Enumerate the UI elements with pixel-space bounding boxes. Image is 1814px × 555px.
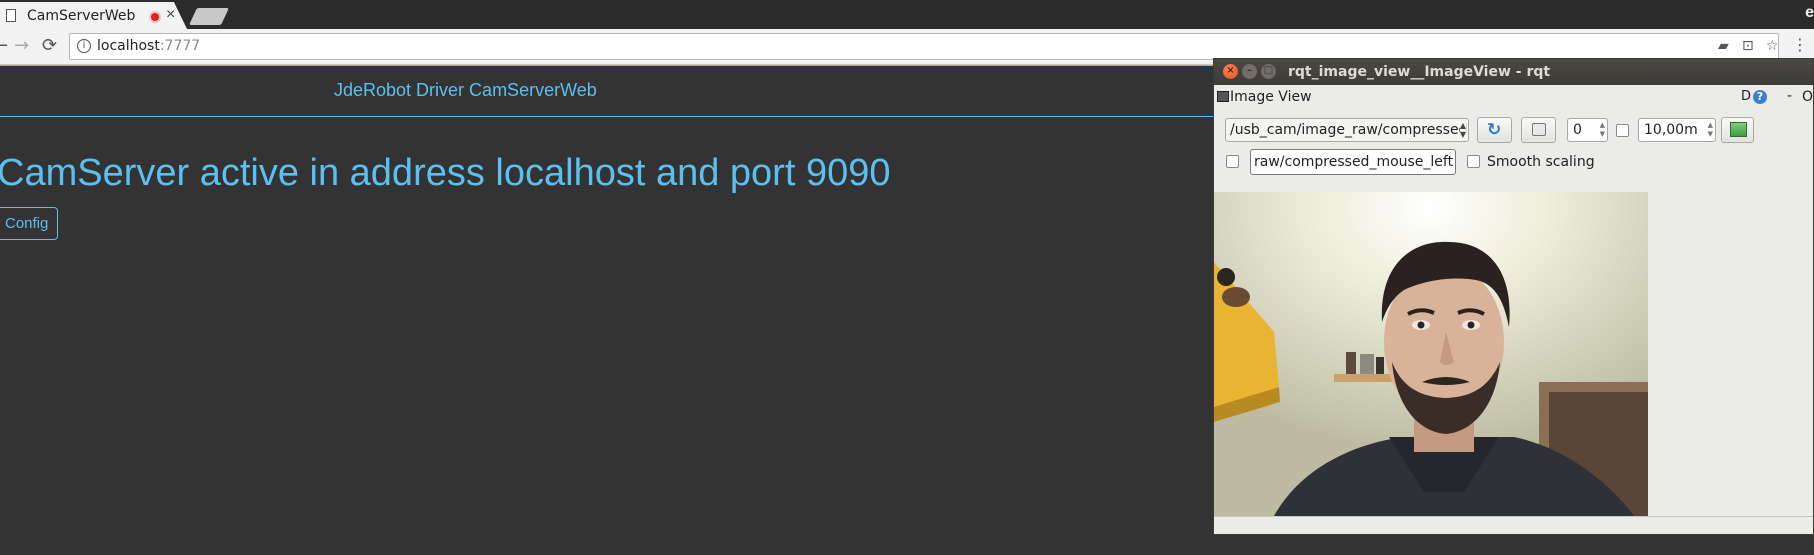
config-button[interactable]: Config	[0, 207, 58, 240]
reload-icon[interactable]: ⟳	[42, 35, 57, 56]
refresh-icon: ↻	[1487, 120, 1502, 140]
color-scheme-icon	[1730, 122, 1747, 137]
plugin-bar: Image View D ? - O	[1214, 85, 1813, 109]
window-maximize-icon[interactable]: □	[1261, 64, 1276, 79]
window-minimize-icon[interactable]: –	[1242, 64, 1257, 79]
status-divider	[1214, 516, 1813, 517]
rqt-window-title: rqt_image_view__ImageView - rqt	[1288, 64, 1551, 80]
forward-icon[interactable]: →	[14, 35, 29, 56]
mouse-topic-field[interactable]: raw/compressed_mouse_left	[1250, 149, 1456, 175]
topic-combo[interactable]: /usb_cam/image_raw/compressed ▲ ▼	[1225, 118, 1469, 142]
camera-icon[interactable]: ▰	[1718, 38, 1729, 54]
browser-tab[interactable]: CamServerWeb ×	[0, 2, 187, 29]
url-text[interactable]: localhost:7777	[97, 38, 200, 54]
menu-icon[interactable]: ⋮	[1792, 35, 1808, 54]
info-icon[interactable]: i	[77, 39, 91, 53]
rqt-window: × – □ rqt_image_view__ImageView - rqt Im…	[1213, 58, 1814, 535]
refresh-button[interactable]: ↻	[1477, 117, 1512, 143]
tab-close-icon[interactable]: ×	[166, 6, 175, 24]
document-icon	[6, 9, 16, 22]
recording-icon	[149, 11, 161, 23]
plugin-dash-button[interactable]: -	[1787, 88, 1792, 104]
translate-icon[interactable]: ⊡	[1742, 38, 1754, 54]
rqt-titlebar[interactable]: × – □ rqt_image_view__ImageView - rqt	[1214, 59, 1813, 85]
dynamic-range-checkbox[interactable]	[1616, 124, 1629, 137]
star-icon[interactable]: ☆	[1766, 38, 1779, 54]
window-close-icon[interactable]: ×	[1223, 64, 1238, 79]
spin-arrows-icon: ▲ ▼	[1599, 121, 1605, 138]
smooth-scaling-checkbox[interactable]	[1467, 155, 1480, 168]
camera-image[interactable]	[1214, 192, 1648, 516]
help-icon[interactable]: ?	[1753, 90, 1767, 104]
save-icon	[1532, 123, 1546, 136]
tab-title: CamServerWeb	[27, 8, 136, 24]
zoom-arrows-icon: ▲ ▼	[1707, 121, 1713, 138]
address-bar[interactable]: i localhost:7777 ▰ ⊡ ☆	[69, 33, 1779, 60]
color-scheme-button[interactable]	[1721, 117, 1754, 143]
rotation-value: 0	[1573, 122, 1582, 138]
zoom-spinbox[interactable]: 10,00m ▲ ▼	[1638, 118, 1716, 142]
page-headline: CamServer active in address localhost an…	[0, 152, 891, 194]
plugin-d-button[interactable]: D	[1741, 89, 1751, 104]
new-tab-button[interactable]	[189, 8, 229, 25]
combo-arrows-icon: ▲ ▼	[1459, 121, 1466, 139]
browser-tab-strip: CamServerWeb × e	[0, 0, 1814, 29]
save-image-button[interactable]	[1521, 117, 1556, 143]
brand-link[interactable]: JdeRobot Driver CamServerWeb	[334, 80, 597, 101]
plugin-icon	[1217, 91, 1229, 102]
back-icon[interactable]: ←	[0, 35, 8, 56]
camera-image-svg	[1214, 192, 1648, 516]
plugin-o-button[interactable]: O	[1802, 89, 1813, 105]
topic-combo-value: /usb_cam/image_raw/compressed	[1230, 122, 1468, 138]
rotation-spinbox[interactable]: 0 ▲ ▼	[1567, 118, 1608, 142]
smooth-scaling-label: Smooth scaling	[1487, 154, 1595, 170]
corner-glyph: e	[1805, 4, 1814, 21]
publish-mouse-checkbox[interactable]	[1226, 155, 1239, 168]
plugin-title: Image View	[1230, 89, 1312, 105]
zoom-value: 10,00m	[1644, 122, 1698, 138]
